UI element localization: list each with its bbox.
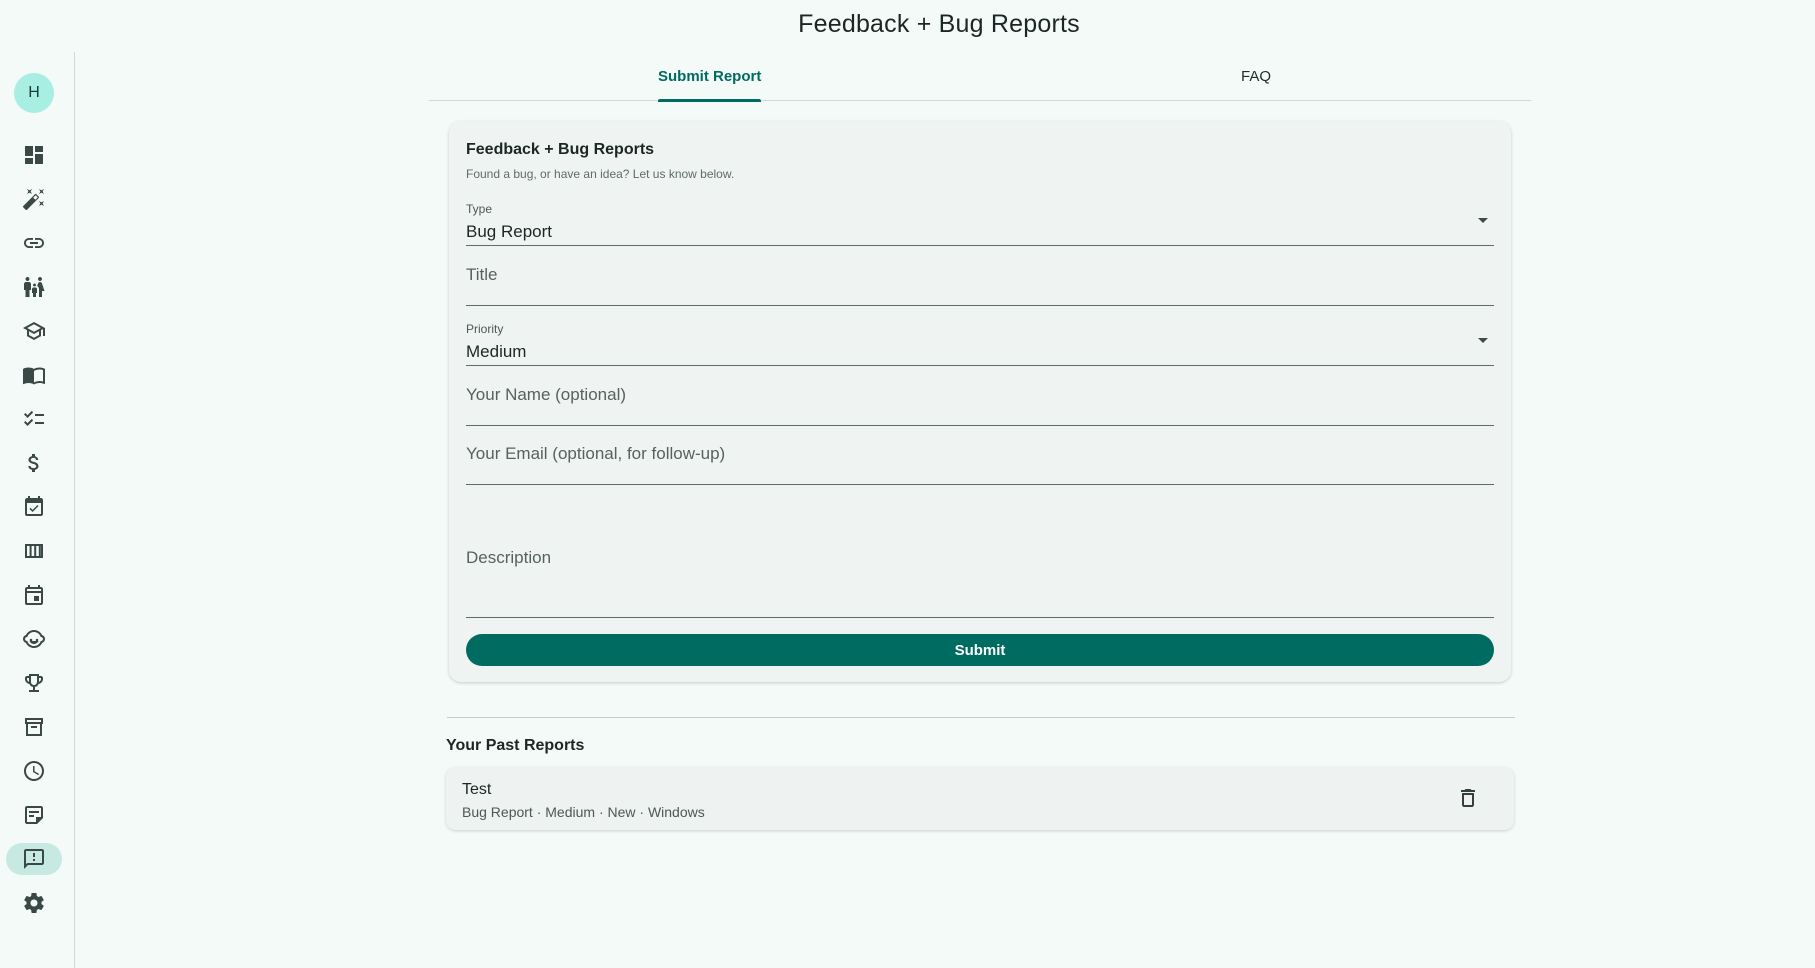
calendar-icon [25,585,43,605]
nav-feedback[interactable] [6,843,62,875]
nav-money[interactable] [6,447,62,479]
section-divider [447,717,1515,718]
event-available-icon [25,496,43,516]
clock-icon [24,761,44,781]
report-form-card: Feedback + Bug Reports Found a bug, or h… [449,121,1511,682]
nav-book[interactable] [6,359,62,391]
priority-label: Priority [466,322,504,336]
title-placeholder: Title [466,265,498,284]
school-icon [23,322,45,340]
description-field[interactable]: Description [466,485,1494,618]
report-title: Test [462,781,492,798]
sticky-note-icon [25,806,43,824]
link-icon [24,238,44,248]
priority-select[interactable]: Priority Medium [466,306,1494,366]
checklist-icon [24,410,44,426]
name-field[interactable]: Your Name (optional) [466,366,1494,426]
nav-trophy[interactable] [6,667,62,699]
nav-events[interactable] [6,491,62,523]
nav-magic[interactable] [6,183,62,215]
chevron-down-icon [1478,218,1488,223]
nav-checklist[interactable] [6,403,62,435]
type-label: Type [466,202,493,216]
nav-links[interactable] [6,227,62,259]
trash-icon [1461,789,1475,807]
sidebar: H [0,52,75,968]
priority-value: Medium [466,342,527,361]
past-reports-heading: Your Past Reports [446,737,585,754]
view-columns-icon [25,544,43,558]
tab-submit-report[interactable]: Submit Report [658,52,762,102]
title-field[interactable]: Title [466,246,1494,306]
nav-settings[interactable] [6,887,62,919]
page-title: Feedback + Bug Reports [798,10,1080,38]
nav-columns[interactable] [6,535,62,567]
nav-child[interactable] [6,623,62,655]
dollar-icon [28,454,39,472]
avatar[interactable]: H [14,73,54,113]
feedback-icon [24,849,44,869]
tab-bar: Submit Report FAQ [429,52,1531,102]
family-icon [24,277,45,297]
description-placeholder: Description [466,548,552,567]
list-item[interactable]: Test Bug Report · Medium · New · Windows [446,767,1514,830]
form-title: Feedback + Bug Reports [466,141,655,158]
report-meta: Bug Report · Medium · New · Windows [462,804,705,820]
email-field[interactable]: Your Email (optional, for follow-up) [466,426,1494,485]
trophy-icon [25,674,43,692]
type-select[interactable]: Type Bug Report [466,198,1494,246]
archive-icon [25,718,43,736]
chevron-down-icon [1478,338,1488,343]
nav-history[interactable] [6,755,62,787]
settings-icon [24,893,44,913]
tab-faq[interactable]: FAQ [1241,52,1271,101]
submit-button[interactable]: Submit [466,634,1494,666]
nav-calendar[interactable] [6,579,62,611]
nav-dashboard[interactable] [6,139,62,171]
delete-button[interactable] [1456,786,1480,810]
child-face-icon [23,630,45,648]
name-placeholder: Your Name (optional) [466,385,627,404]
book-icon [23,367,45,385]
magic-wand-icon [22,189,44,211]
dashboard-icon [25,146,43,164]
type-value: Bug Report [466,222,552,241]
form-subtitle: Found a bug, or have an idea? Let us kno… [466,167,735,181]
nav-school[interactable] [6,315,62,347]
email-placeholder: Your Email (optional, for follow-up) [466,444,726,463]
nav-family[interactable] [6,271,62,303]
nav-notes[interactable] [6,799,62,831]
nav-archive[interactable] [6,711,62,743]
